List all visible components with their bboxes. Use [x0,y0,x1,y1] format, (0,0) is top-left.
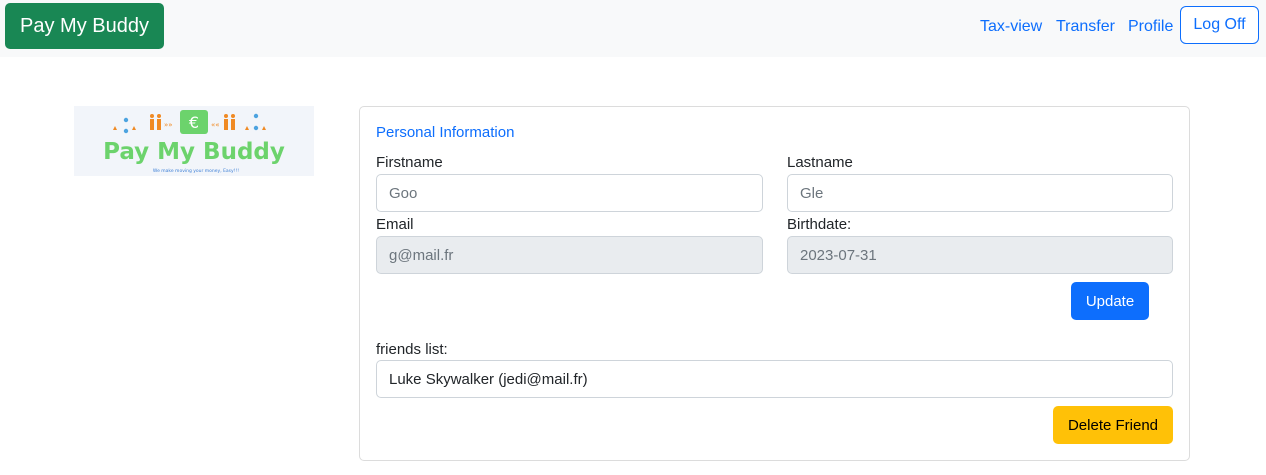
navbar: Pay My Buddy Tax-view Transfer Profile L… [0,0,1266,57]
friends-list-select[interactable]: Luke Skywalker (jedi@mail.fr) [376,360,1173,398]
email-field: g@mail.fr [376,236,763,274]
birthdate-field: 2023-07-31 [787,236,1173,274]
personal-information-title: Personal Information [376,124,515,141]
email-label: Email [376,216,414,233]
friends-list-label: friends list: [376,341,448,358]
delete-friend-button[interactable]: Delete Friend [1053,406,1173,444]
lastname-input[interactable]: Gle [787,174,1173,212]
update-button[interactable]: Update [1071,282,1149,320]
svg-text:»»: »» [164,121,173,129]
birthdate-label: Birthdate: [787,216,852,233]
logo-tagline: We make moving your money, Easy!!! [153,168,239,174]
svg-text:««: «« [211,121,220,129]
pay-my-buddy-logo: »» € «« Pay My Buddy We make moving your… [74,106,314,176]
nav-profile-link[interactable]: Profile [1128,17,1173,37]
nav-tax-view-link[interactable]: Tax-view [980,17,1042,37]
log-off-button[interactable]: Log Off [1180,6,1259,44]
euro-icon: € [189,113,199,132]
firstname-label: Firstname [376,154,443,171]
firstname-input[interactable]: Goo [376,174,763,212]
lastname-label: Lastname [787,154,853,171]
brand-button[interactable]: Pay My Buddy [5,3,164,49]
logo-title: Pay My Buddy [103,139,285,165]
nav-transfer-link[interactable]: Transfer [1056,17,1115,37]
